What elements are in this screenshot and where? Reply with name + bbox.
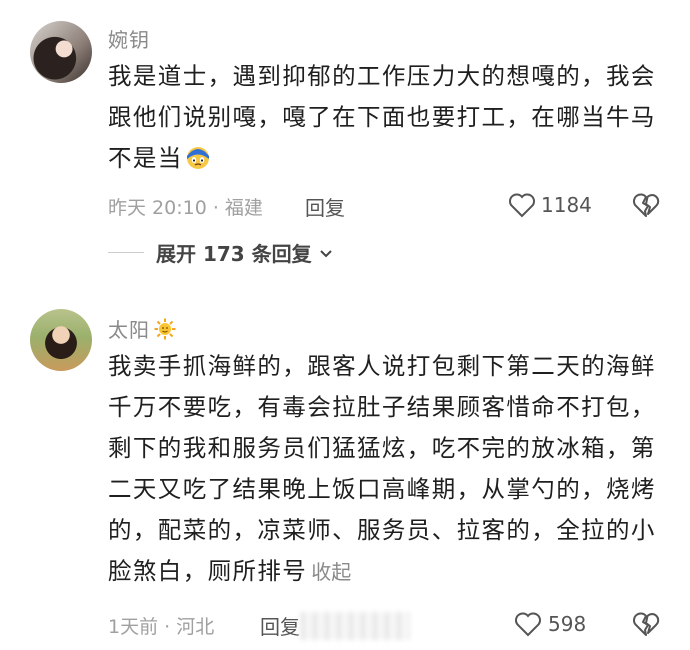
like-count: 1184 xyxy=(541,193,592,217)
expand-divider xyxy=(108,252,144,253)
username[interactable]: 太阳 xyxy=(108,314,176,343)
like-count: 598 xyxy=(548,612,587,636)
comment-time-location: 1天前 · 河北 xyxy=(108,616,215,638)
reply-button[interactable]: 回复 xyxy=(260,611,300,640)
username[interactable]: 婉钥 xyxy=(108,24,150,53)
avatar[interactable] xyxy=(30,309,92,371)
dislike-icon[interactable] xyxy=(632,611,660,637)
heart-icon[interactable] xyxy=(508,192,536,218)
reply-button[interactable]: 回复 xyxy=(305,192,345,221)
comment-text: 我卖手抓海鲜的，跟客人说打包剩下第二天的海鲜千万不要吃，有毒会拉肚子结果顾客惜命… xyxy=(108,346,668,593)
heart-icon[interactable] xyxy=(514,611,542,637)
expand-replies-button[interactable]: 展开 173 条回复 xyxy=(156,238,333,267)
collapse-button[interactable]: 收起 xyxy=(311,560,351,584)
username-text: 太阳 xyxy=(108,318,150,342)
sun-emoji xyxy=(154,318,176,340)
dislike-icon[interactable] xyxy=(632,192,660,218)
comment-body: 我卖手抓海鲜的，跟客人说打包剩下第二天的海鲜千万不要吃，有毒会拉肚子结果顾客惜命… xyxy=(108,352,656,585)
comment-time-location: 昨天 20:10 · 福建 xyxy=(108,197,263,219)
blurred-watermark xyxy=(300,612,410,640)
expand-replies-label: 展开 173 条回复 xyxy=(156,242,312,266)
comment-text: 我是道士，遇到抑郁的工作压力大的想嘎的，我会跟他们说别嘎，嘎了在下面也要打工，在… xyxy=(108,56,668,179)
avatar[interactable] xyxy=(30,21,92,83)
chevron-down-icon xyxy=(319,250,332,258)
crying-blue-face-emoji xyxy=(186,147,209,169)
